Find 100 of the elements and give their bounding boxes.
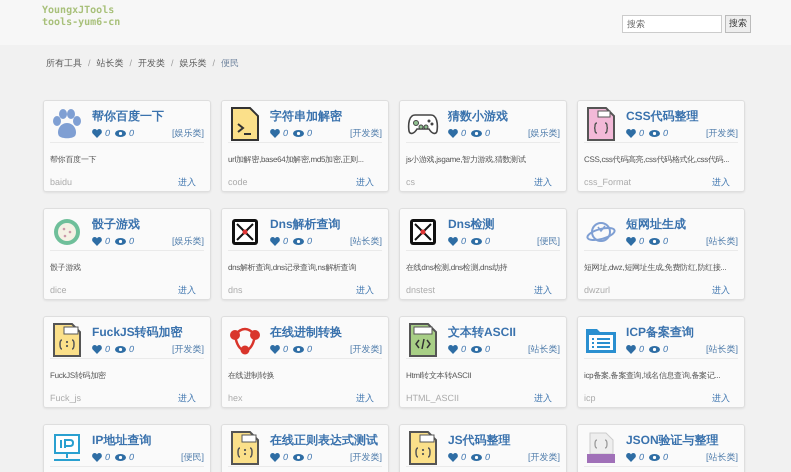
view-count: 0 [307,127,312,140]
search-field[interactable]: 搜索 [622,15,722,33]
category-tag[interactable]: [开发类] [172,342,204,356]
tool-title[interactable]: Dns检测 [448,216,560,232]
breadcrumb-link[interactable]: 所有工具 [46,57,82,70]
category-tag[interactable]: [开发类] [350,126,382,140]
like-count: 0 [461,451,466,464]
planet-icon [586,219,616,245]
eye-icon [471,130,482,136]
like-count: 0 [461,127,466,140]
category-tag[interactable]: [娱乐类] [528,126,560,140]
html-file-icon [408,323,438,357]
view-count: 0 [307,451,312,464]
search-button[interactable]: 搜索 [725,15,751,33]
tool-description: icp备案,备案查询,域名信息查询,备案记... [584,370,720,382]
category-tag[interactable]: [娱乐类] [172,234,204,248]
like-count: 0 [105,235,110,248]
breadcrumb-link[interactable]: 娱乐类 [180,57,207,70]
enter-link[interactable]: 进入 [178,176,196,188]
tool-title[interactable]: 文本转ASCII [448,324,560,340]
tool-title[interactable]: 在线正则表达式测试 [270,432,382,448]
view-count: 0 [663,127,668,140]
eye-icon [471,346,482,352]
tool-title[interactable]: FuckJS转码加密 [92,324,204,340]
tool-slug: css_Format [584,176,632,188]
tool-description: 帮你百度一下 [50,154,96,166]
like-count: 0 [283,235,288,248]
enter-link[interactable]: 进入 [712,176,730,188]
heart-icon [92,236,102,246]
tool-title[interactable]: ICP备案查询 [626,324,738,340]
view-count: 0 [663,343,668,356]
logo-name: YoungxJTools [42,5,116,17]
eye-icon [293,130,304,136]
tool-title[interactable]: 骰子游戏 [92,216,204,232]
enter-link[interactable]: 进入 [534,284,552,296]
like-count: 0 [105,127,110,140]
view-count: 0 [663,451,668,464]
tool-title[interactable]: Dns解析查询 [270,216,382,232]
eye-icon [649,454,660,460]
breadcrumb-link[interactable]: 站长类 [96,57,124,70]
tool-title[interactable]: 猜数小游戏 [448,108,560,124]
heart-icon [448,452,458,462]
tool-description: 在线dns检测,dns检测,dns劫持 [406,262,508,274]
tool-title[interactable]: 短网址生成 [626,216,738,232]
category-tag[interactable]: [站长类] [706,342,738,356]
tool-title[interactable]: 字符串加解密 [270,108,382,124]
heart-icon [92,344,102,354]
script-file-icon [230,431,260,465]
category-tag[interactable]: [便民] [536,234,560,248]
enter-link[interactable]: 进入 [178,392,196,404]
heart-icon [270,452,280,462]
breadcrumb-link[interactable]: 便民 [221,57,240,70]
enter-link[interactable]: 进入 [356,392,374,404]
enter-link[interactable]: 进入 [712,392,730,404]
eye-icon [471,238,482,244]
enter-link[interactable]: 进入 [534,392,552,404]
eye-icon [293,454,304,460]
category-tag[interactable]: [便民] [180,450,204,464]
enter-link[interactable]: 进入 [178,284,196,296]
heart-icon [626,452,636,462]
tool-description: 在线进制转换 [228,370,274,382]
dice-icon [53,218,81,246]
heart-icon [92,452,102,462]
like-count: 0 [283,343,288,356]
tool-title[interactable]: CSS代码整理 [626,108,738,124]
category-tag[interactable]: [站长类] [350,234,382,248]
category-tag[interactable]: [开发类] [350,342,382,356]
view-count: 0 [129,127,134,140]
category-tag[interactable]: [娱乐类] [172,126,204,140]
eye-icon [115,130,126,136]
like-count: 0 [639,451,644,464]
enter-link[interactable]: 进入 [356,284,374,296]
tool-title[interactable]: JS代码整理 [448,432,560,448]
tool-description: 骰子游戏 [50,262,81,274]
tool-title[interactable]: 帮你百度一下 [92,108,204,124]
heart-icon [92,128,102,138]
category-tag[interactable]: [站长类] [706,234,738,248]
tool-slug: dwzurl [584,284,610,296]
heart-icon [626,344,636,354]
like-count: 0 [639,235,644,248]
eye-icon [649,238,660,244]
gamepad-icon [407,112,439,136]
enter-link[interactable]: 进入 [356,176,374,188]
tool-description: dns解析查询,dns记录查询,ns解析查询 [228,262,356,274]
category-tag[interactable]: [站长类] [528,342,560,356]
enter-link[interactable]: 进入 [534,176,552,188]
tool-title[interactable]: IP地址查询 [92,432,204,448]
breadcrumb-link[interactable]: 开发类 [138,57,166,70]
category-tag[interactable]: [站长类] [706,450,738,464]
tool-title[interactable]: JSON验证与整理 [626,432,738,448]
heart-icon [626,128,636,138]
eye-icon [471,454,482,460]
script-file-icon [408,431,438,465]
tool-title[interactable]: 在线进制转换 [270,324,382,340]
view-count: 0 [485,127,490,140]
category-tag[interactable]: [开发类] [528,450,560,464]
category-tag[interactable]: [开发类] [706,126,738,140]
enter-link[interactable]: 进入 [712,284,730,296]
category-tag[interactable]: [开发类] [350,450,382,464]
eye-icon [115,346,126,352]
